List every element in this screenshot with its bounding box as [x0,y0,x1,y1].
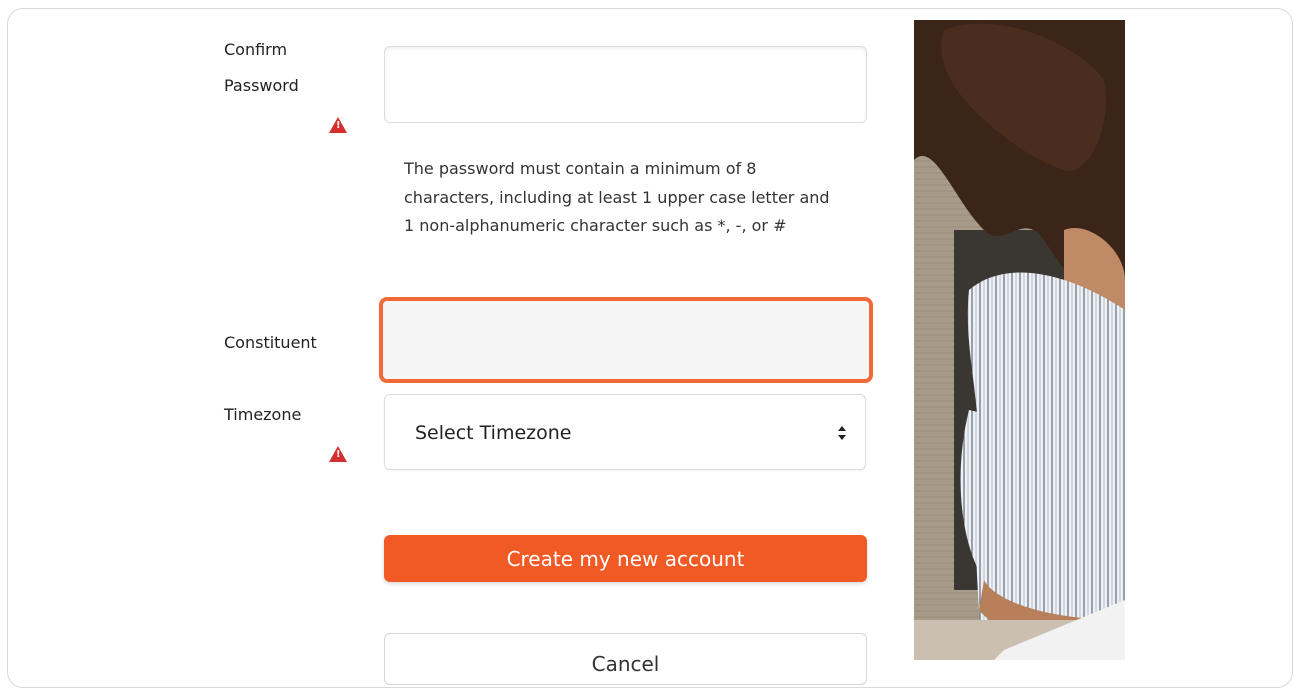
woman-photo [914,20,1125,660]
timezone-select[interactable]: Select Timezone [384,394,866,470]
timezone-selected-value: Select Timezone [415,422,572,444]
password-requirements-text: The password must contain a minimum of 8… [404,159,830,235]
constituent-input[interactable] [379,297,873,383]
sort-arrows-icon [838,426,846,440]
confirm-password-input[interactable] [384,46,867,123]
photo-illustration [914,20,1125,660]
timezone-label: Timezone [224,405,302,424]
warning-icon: ! [329,446,347,462]
constituent-label: Constituent [224,333,317,352]
cancel-button[interactable]: Cancel [384,633,867,685]
warning-icon: ! [329,117,347,133]
create-account-button[interactable]: Create my new account [384,535,867,582]
confirm-password-label-line1: Confirm [224,40,288,59]
confirm-password-label-line2: Password [224,76,299,95]
